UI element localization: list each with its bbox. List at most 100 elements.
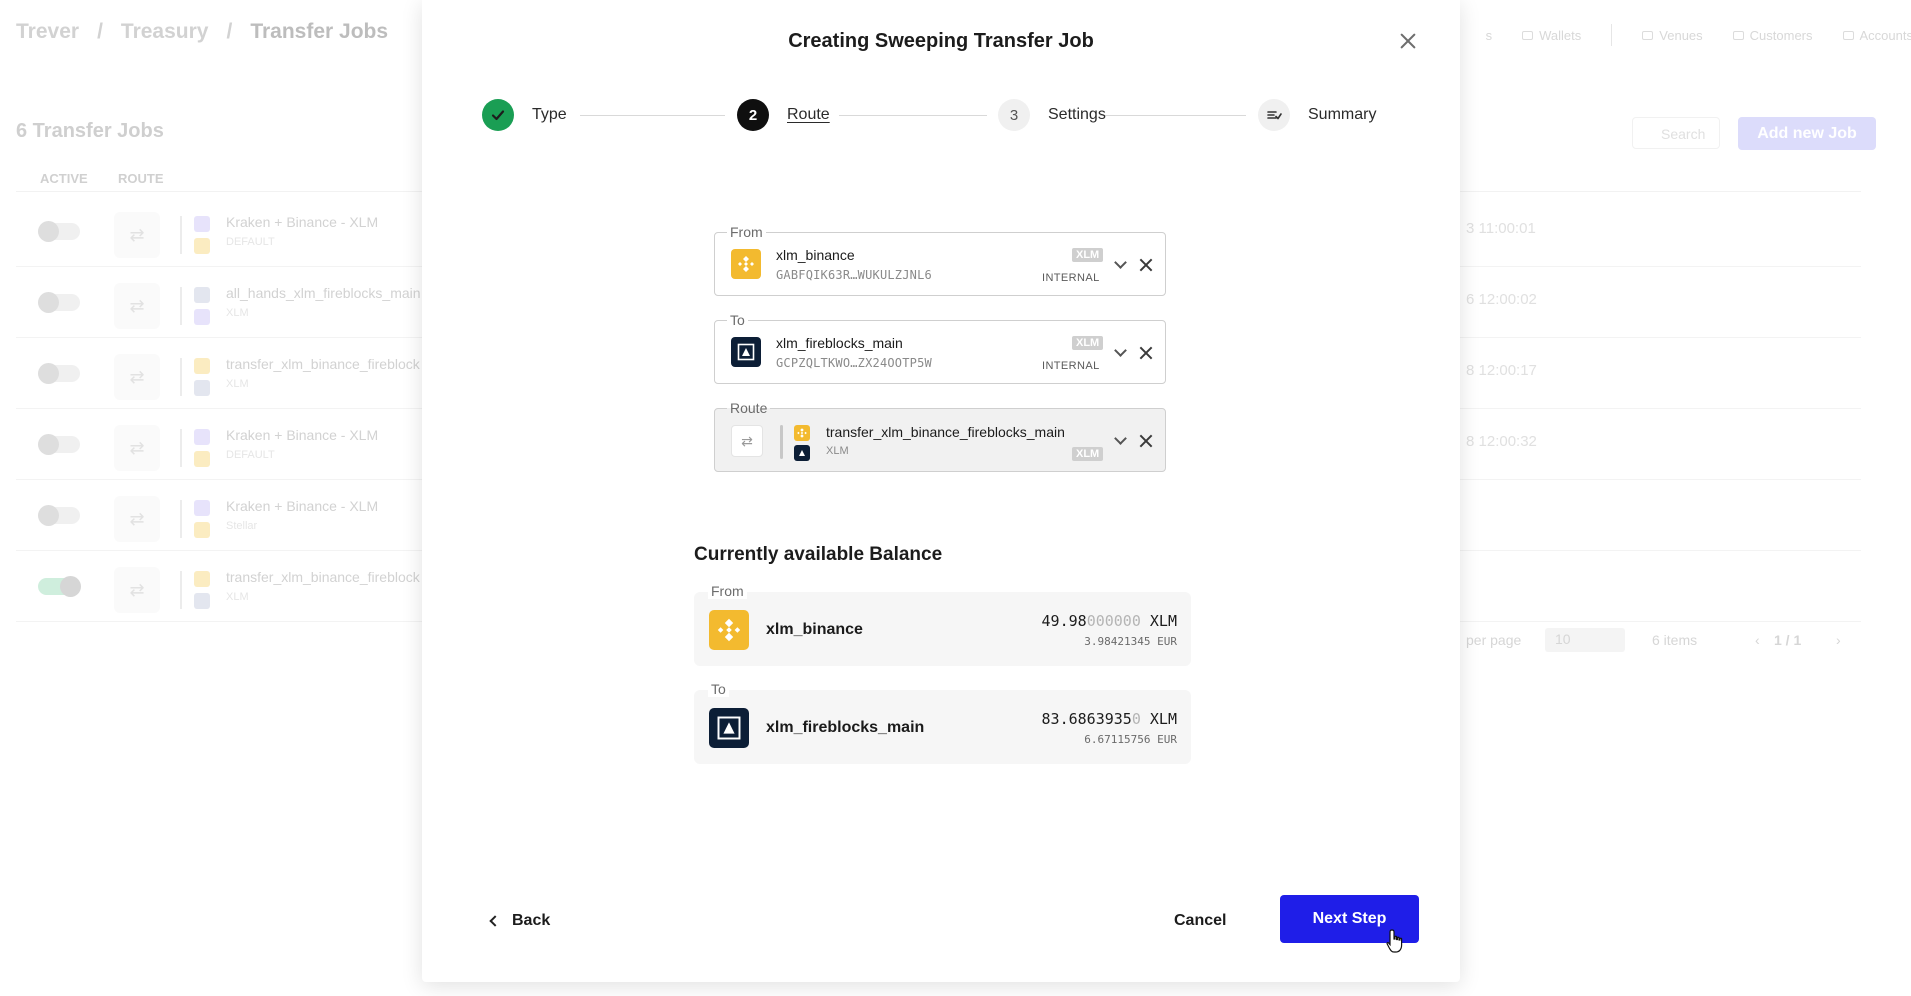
from-wallet-select[interactable]: From xlm_binance GABFQIK63R…WUKULZJNL6 X… [714,223,1166,296]
from-asset-badge: XLM [1072,248,1104,262]
clear-icon[interactable] [1138,433,1154,449]
kraken-icon [194,216,210,232]
clear-icon[interactable] [1138,257,1154,273]
account-icon [1842,30,1854,40]
step-settings-number: 3 [998,99,1030,131]
from-wallet-name: xlm_binance [776,247,855,263]
step-summary-label: Summary [1308,106,1377,123]
fireblocks-logo-icon [731,337,761,367]
breadcrumb-treasury[interactable]: Treasury [121,20,209,44]
stepper: Type 2 Route 3 Settings Summary [482,99,1402,133]
chevron-down-icon[interactable] [1113,257,1127,271]
top-nav-wallets[interactable]: Wallets [1522,28,1581,43]
search-input[interactable]: Search [1632,117,1720,149]
top-nav-accounts[interactable]: Accounts [1842,28,1911,43]
wallet-icon [1522,30,1534,40]
route-select[interactable]: Route ⇄ transfer_xlm_binance_fireblocks_… [714,399,1166,472]
route-shuffle-icon: ⇄ [731,425,763,457]
top-nav-venues[interactable]: Venues [1642,28,1703,43]
page-indicator: 1 / 1 [1774,632,1802,648]
from-wallet-kind: INTERNAL [1042,272,1100,284]
active-toggle[interactable] [38,363,80,384]
route-asset: DEFAULT [226,449,275,461]
to-balance-card: To xlm_fireblocks_main 83.68639350 XLM 6… [694,681,1191,764]
route-asset: Stellar [226,520,258,532]
step-type-label: Type [532,106,567,123]
next-page-icon[interactable]: › [1836,632,1841,648]
step-route-label: Route [787,106,830,123]
route-asset: XLM [226,307,249,319]
step-connector [839,115,987,116]
binance-icon [194,238,210,254]
route-icon: ⇄ [114,354,160,400]
kraken-icon [194,429,210,445]
prev-page-icon[interactable]: ‹ [1755,632,1760,648]
route-connector [780,425,783,459]
top-nav: s Wallets Venues Customers Accounts [1486,24,1911,46]
binance-icon [194,451,210,467]
step-settings[interactable]: 3 Settings [998,99,1106,131]
back-label: Back [512,912,551,929]
top-nav-customers[interactable]: Customers [1732,28,1813,43]
next-run-time: 8 12:00:32 [1466,433,1537,450]
next-run-time: 8 12:00:17 [1466,362,1537,379]
active-toggle[interactable] [38,576,81,597]
active-toggle[interactable] [38,292,80,313]
chevron-down-icon[interactable] [1113,345,1127,359]
route-name: transfer_xlm_binance_fireblock [226,569,420,585]
route-asset: DEFAULT [226,236,275,248]
pin-icon [1642,30,1654,40]
binance-icon [194,358,210,374]
column-active: ACTIVE [40,171,88,186]
route-name: Kraken + Binance - XLM [226,427,379,443]
cancel-button[interactable]: Cancel [1174,912,1226,930]
job-count-heading: 6 Transfer Jobs [16,120,164,142]
binance-logo-icon [794,425,810,441]
to-balance-eur: 6.67115756 EUR [1084,733,1177,746]
from-balance-amount: 49.98000000 XLM [1041,612,1177,630]
route-icon: ⇄ [114,496,160,542]
to-wallet-name: xlm_fireblocks_main [776,335,903,351]
per-page-select[interactable]: 10 [1545,628,1625,652]
items-count: 6 items [1652,632,1698,648]
chevron-down-icon[interactable] [1113,433,1127,447]
step-connector [580,115,725,116]
binance-icon [194,522,210,538]
step-summary[interactable]: Summary [1258,99,1376,131]
back-button[interactable]: Back [488,912,550,930]
summary-list-icon [1258,99,1290,131]
breadcrumb-trever[interactable]: Trever [16,20,79,44]
route-name: Kraken + Binance - XLM [226,214,379,230]
step-type[interactable]: Type [482,99,567,131]
kraken-icon [194,500,210,516]
breadcrumb-transfer-jobs: Transfer Jobs [250,20,389,43]
clear-icon[interactable] [1138,345,1154,361]
from-balance-eur: 3.98421345 EUR [1084,635,1177,648]
to-wallet-select[interactable]: To xlm_fireblocks_main GCPZQLTKWO…ZX24OO… [714,311,1166,384]
fireblocks-logo-icon [709,708,749,748]
route-name: Kraken + Binance - XLM [226,498,379,514]
hand-cursor-icon [1386,929,1403,953]
top-nav-item[interactable]: s [1486,28,1493,43]
to-wallet-address: GCPZQLTKWO…ZX24OOTP5W [776,356,932,370]
route-name: transfer_xlm_binance_fireblocks_main [826,424,1065,440]
route-icon: ⇄ [114,212,160,258]
column-route: ROUTE [118,171,164,186]
breadcrumb-separator: / [97,20,103,43]
active-toggle[interactable] [38,434,80,455]
active-toggle[interactable] [38,221,80,242]
step-route-number: 2 [737,99,769,131]
fireblocks-icon [194,380,210,396]
add-new-job-button[interactable]: Add new Job [1738,117,1876,150]
to-balance-amount: 83.68639350 XLM [1041,710,1177,728]
binance-logo-icon [731,249,761,279]
create-transfer-job-modal: Creating Sweeping Transfer Job Type 2 Ro… [422,0,1460,982]
step-settings-label: Settings [1048,106,1106,123]
fireblocks-icon [194,593,210,609]
from-legend: From [727,223,766,241]
close-icon[interactable] [1395,28,1421,54]
active-toggle[interactable] [38,505,80,526]
to-legend: To [727,311,748,329]
breadcrumb: Trever / Treasury / Transfer Jobs [16,20,388,44]
step-route[interactable]: 2 Route [737,99,830,131]
